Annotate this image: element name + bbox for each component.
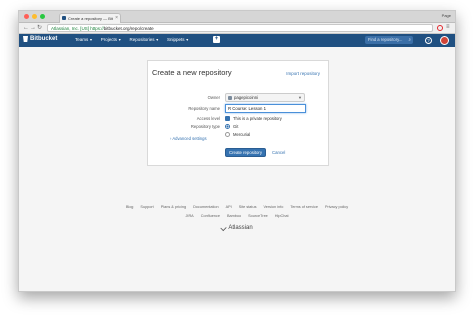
footer-link-version-info[interactable]: Version info bbox=[263, 205, 283, 209]
private-repository-label: This is a private repository bbox=[233, 116, 282, 121]
mercurial-radio[interactable] bbox=[225, 132, 230, 137]
back-icon[interactable]: ← bbox=[23, 24, 29, 33]
chevron-down-icon: ▼ bbox=[89, 38, 93, 42]
git-label: Git bbox=[233, 124, 239, 129]
url-path: /repo/create bbox=[129, 26, 154, 31]
opera-extension-icon[interactable] bbox=[437, 25, 443, 31]
chevron-down-icon: ▼ bbox=[118, 38, 122, 42]
maximize-window-button[interactable] bbox=[40, 14, 45, 19]
menu-teams[interactable]: Teams▼ bbox=[75, 37, 93, 42]
reload-icon[interactable]: ↻ bbox=[37, 24, 42, 33]
advanced-settings-link[interactable]: › Advanced settings bbox=[170, 136, 207, 141]
create-repository-button[interactable]: Create repository bbox=[225, 148, 266, 157]
secure-lock-label: Atlassian, Inc. [US] bbox=[51, 26, 90, 31]
atlassian-brand[interactable]: Atlassian bbox=[19, 224, 455, 232]
footer-link-blog[interactable]: Blog bbox=[126, 205, 134, 209]
bitbucket-logo[interactable]: Bitbucket bbox=[23, 36, 57, 42]
git-radio[interactable] bbox=[225, 124, 230, 129]
atlassian-brand-text: Atlassian bbox=[228, 225, 253, 231]
footer-link-documentation[interactable]: Documentation bbox=[193, 205, 219, 209]
repository-search-input[interactable]: Find a repository... ⌕ bbox=[365, 36, 413, 44]
owner-value: pagepicoinni bbox=[234, 95, 259, 100]
url-field[interactable]: Atlassian, Inc. [US] https://bitbucket.o… bbox=[47, 24, 433, 32]
bitbucket-favicon-icon bbox=[62, 16, 66, 20]
footer-link-hipchat[interactable]: HipChat bbox=[275, 214, 289, 218]
browser-tab[interactable]: Create a repository — Bit × bbox=[59, 13, 121, 23]
bitbucket-header: Bitbucket Teams▼ Projects▼ Repositories▼… bbox=[19, 34, 455, 47]
chevron-down-icon: ▼ bbox=[298, 95, 302, 100]
page-title: Create a new repository bbox=[152, 68, 232, 77]
footer-links-products: JIRA Confluence Bamboo SourceTree HipCha… bbox=[19, 214, 455, 218]
access-level-label: Access level bbox=[196, 116, 220, 121]
owner-avatar-icon bbox=[228, 96, 232, 100]
window-controls bbox=[24, 14, 45, 19]
create-plus-button[interactable]: + bbox=[213, 36, 220, 43]
tab-title: Create a repository — Bit bbox=[68, 16, 113, 21]
footer-links-primary: Blog Support Plans & pricing Documentati… bbox=[19, 205, 455, 209]
chevron-down-icon: ▼ bbox=[155, 38, 159, 42]
minimize-window-button[interactable] bbox=[32, 14, 37, 19]
footer-link-terms[interactable]: Terms of service bbox=[290, 205, 318, 209]
owner-label: Owner bbox=[207, 95, 220, 100]
page-content: Create a new repository Import repositor… bbox=[19, 47, 455, 291]
browser-menu-icon[interactable]: ≡ bbox=[446, 24, 452, 30]
footer-link-support[interactable]: Support bbox=[140, 205, 153, 209]
footer-link-confluence[interactable]: Confluence bbox=[201, 214, 220, 218]
search-icon: ⌕ bbox=[408, 37, 411, 42]
help-icon[interactable]: ? bbox=[425, 37, 432, 44]
import-repository-link[interactable]: Import repository bbox=[286, 71, 320, 76]
menu-repositories[interactable]: Repositories▼ bbox=[129, 37, 158, 42]
menu-projects[interactable]: Projects▼ bbox=[101, 37, 122, 42]
footer-link-api[interactable]: API bbox=[226, 205, 232, 209]
page-label: Page bbox=[441, 13, 451, 18]
bitbucket-logo-icon bbox=[23, 36, 28, 42]
footer-link-sourcetree[interactable]: SourceTree bbox=[248, 214, 268, 218]
user-avatar[interactable] bbox=[440, 36, 449, 45]
atlassian-logo-icon bbox=[220, 224, 227, 232]
close-window-button[interactable] bbox=[24, 14, 29, 19]
private-repository-checkbox[interactable] bbox=[225, 116, 230, 121]
footer-link-bamboo[interactable]: Bamboo bbox=[227, 214, 241, 218]
create-repository-card: Create a new repository Import repositor… bbox=[147, 60, 329, 166]
search-placeholder: Find a repository... bbox=[368, 37, 403, 42]
chevron-down-icon: ▼ bbox=[185, 38, 189, 42]
repository-name-label: Repository name bbox=[188, 106, 220, 111]
logo-text: Bitbucket bbox=[30, 36, 58, 42]
url-scheme: https:// bbox=[90, 26, 104, 31]
cancel-link[interactable]: Cancel bbox=[272, 150, 285, 155]
repository-name-input[interactable]: R Course: Lesson 1 bbox=[225, 104, 306, 113]
tab-close-icon[interactable]: × bbox=[115, 14, 118, 23]
repository-type-label: Repository type bbox=[190, 124, 220, 129]
main-menu: Teams▼ Projects▼ Repositories▼ Snippets▼ bbox=[75, 37, 189, 42]
menu-snippets[interactable]: Snippets▼ bbox=[167, 37, 189, 42]
browser-window: Create a repository — Bit × Page ← → ↻ A… bbox=[18, 10, 456, 292]
owner-select[interactable]: pagepicoinni ▼ bbox=[225, 93, 305, 102]
footer-link-privacy[interactable]: Privacy policy bbox=[325, 205, 348, 209]
footer-link-site-status[interactable]: Site status bbox=[239, 205, 257, 209]
url-host: bitbucket.org bbox=[103, 26, 130, 31]
forward-icon[interactable]: → bbox=[30, 24, 36, 33]
address-bar: ← → ↻ Atlassian, Inc. [US] https://bitbu… bbox=[19, 23, 455, 34]
footer-link-jira[interactable]: JIRA bbox=[185, 214, 193, 218]
tab-bar: Create a repository — Bit × Page bbox=[19, 11, 455, 23]
footer: Blog Support Plans & pricing Documentati… bbox=[19, 205, 455, 223]
footer-link-plans[interactable]: Plans & pricing bbox=[161, 205, 186, 209]
mercurial-label: Mercurial bbox=[233, 132, 251, 137]
